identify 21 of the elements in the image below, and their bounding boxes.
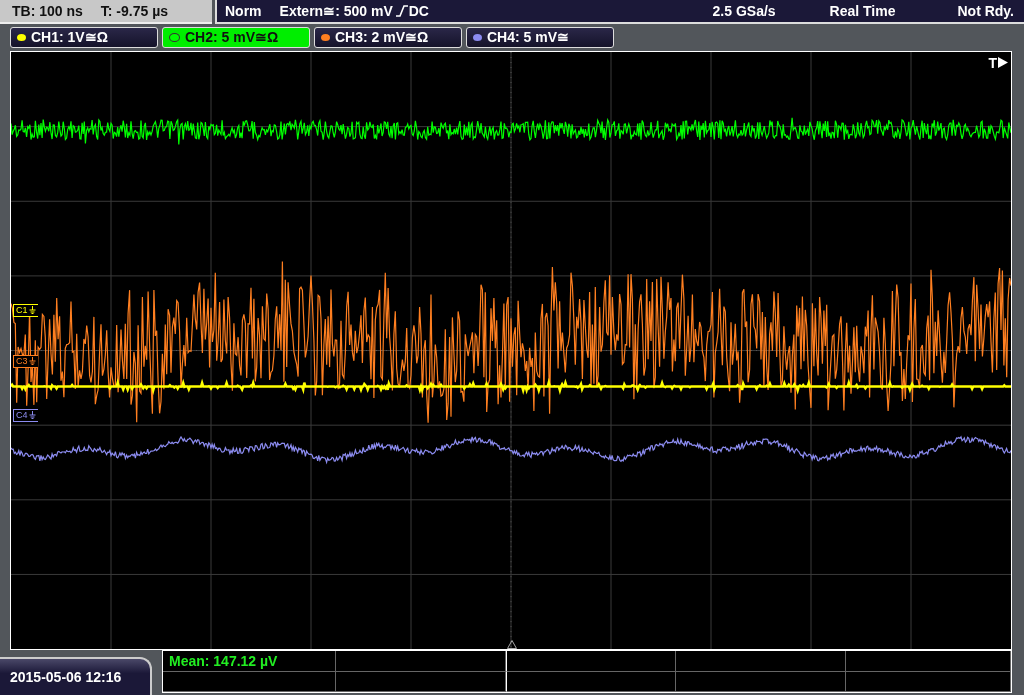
marker-label: C4 bbox=[16, 409, 28, 421]
trigger-marker: T bbox=[988, 54, 997, 71]
channel-tab[interactable]: CH1: 1V≅Ω bbox=[10, 26, 158, 48]
channel-tab[interactable]: CH4: 5 mV≅ bbox=[466, 26, 614, 48]
trigger-mode-text: Norm bbox=[225, 3, 262, 19]
marker-label: C1 bbox=[16, 304, 28, 316]
trigger-time-text: T: -9.75 µs bbox=[100, 3, 169, 19]
date-time-text: 2015-05-06 12:16 bbox=[10, 669, 122, 685]
measurement-text: Mean: 147.12 µV bbox=[169, 652, 278, 669]
timebase-text: TB: 100 ns bbox=[12, 3, 83, 19]
marker-label: C3 bbox=[16, 355, 28, 367]
trigger-source-text: Extern≅: 500 mV bbox=[279, 3, 393, 19]
channel-tab[interactable]: CH2: 5 mV≅Ω bbox=[162, 26, 310, 48]
trigger-coupling-text: DC bbox=[408, 3, 429, 19]
sample-rate-text: 2.5 GSa/s bbox=[712, 3, 776, 19]
trigger-position-icon bbox=[507, 640, 517, 649]
status-text: Not Rdy. bbox=[957, 3, 1014, 19]
rising-edge-icon bbox=[395, 5, 408, 17]
acquisition-mode-text: Real Time bbox=[829, 3, 896, 19]
channel-tab[interactable]: CH3: 2 mV≅Ω bbox=[314, 26, 462, 48]
trigger-arrow-icon bbox=[998, 57, 1008, 69]
